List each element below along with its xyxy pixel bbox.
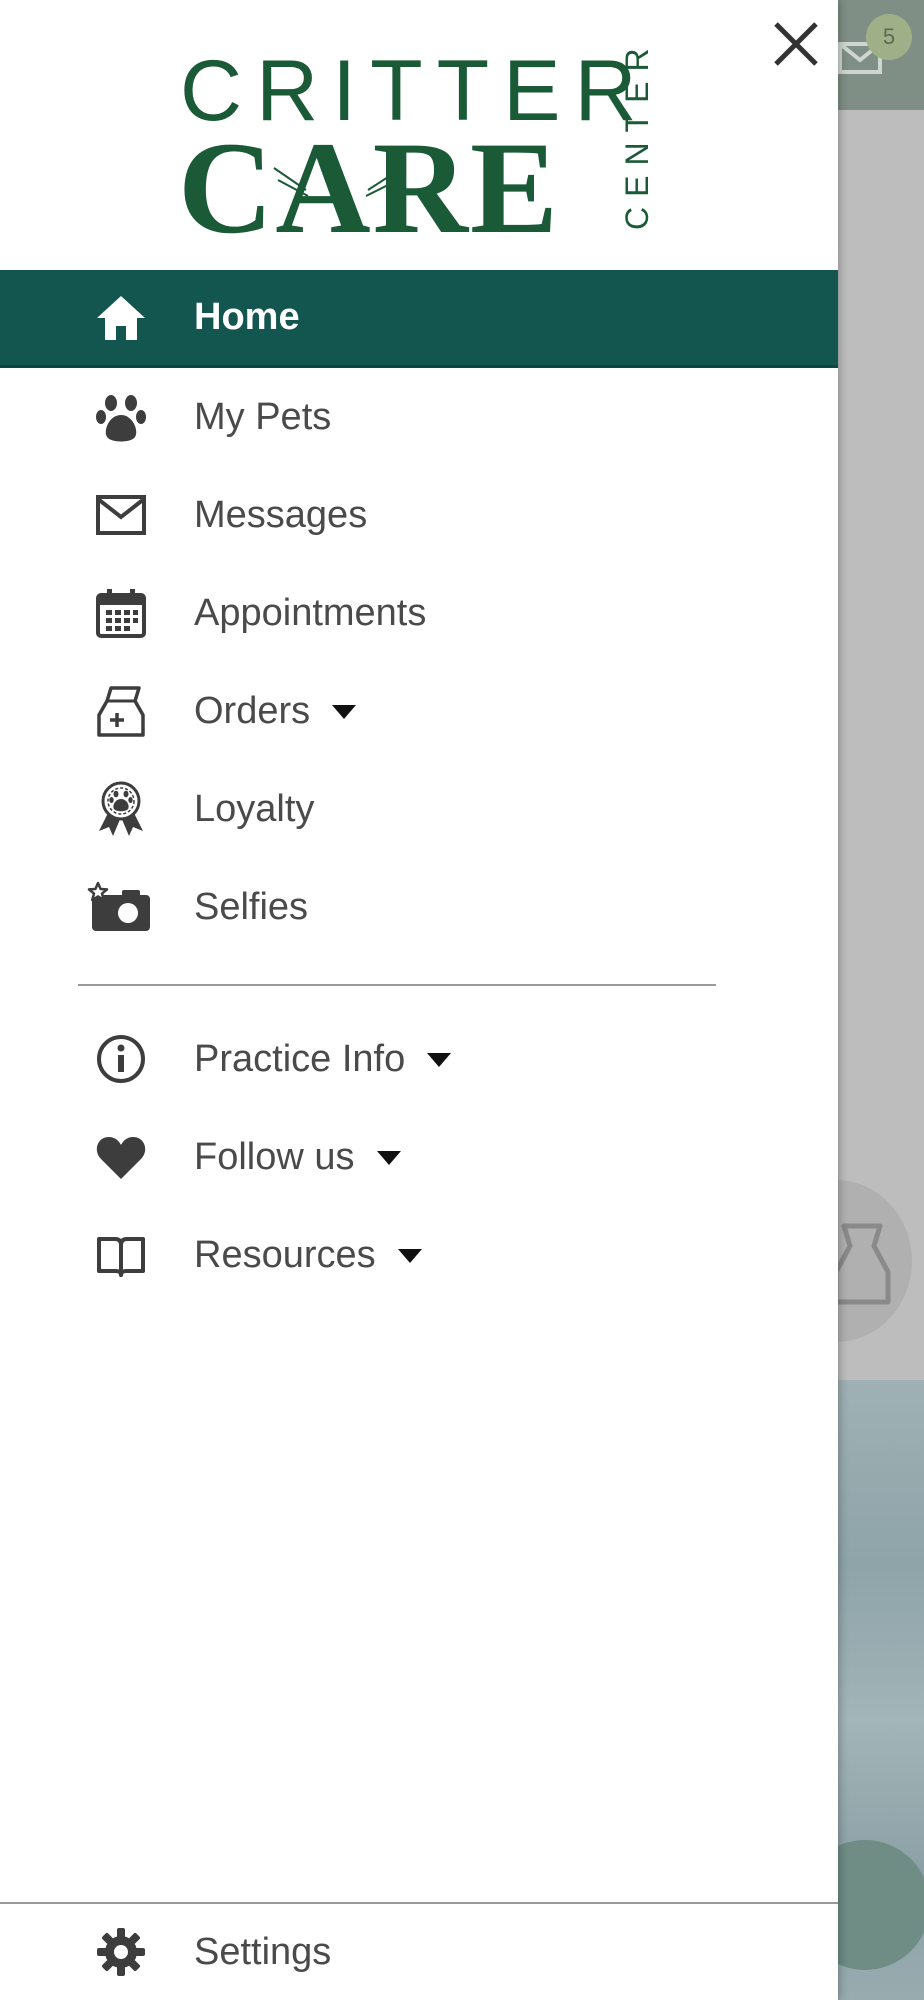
- menu-item-label: Home: [194, 296, 300, 338]
- menu-item-label: Resources: [194, 1234, 422, 1277]
- award-ribbon-icon: [95, 781, 147, 836]
- menu-item-loyalty[interactable]: Loyalty: [0, 760, 838, 858]
- menu-item-selfies[interactable]: Selfies: [0, 858, 838, 956]
- critter-care-center-logo: CRITTER CARE CENTER: [178, 40, 655, 240]
- menu-item-orders[interactable]: Orders: [0, 662, 838, 760]
- menu-item-follow-us[interactable]: Follow us: [0, 1108, 838, 1206]
- menu-item-label: Follow us: [194, 1136, 401, 1179]
- mail-count-badge: 5: [866, 14, 912, 60]
- menu-item-practice-info[interactable]: Practice Info: [0, 1010, 838, 1108]
- food-bag-icon: [833, 1223, 891, 1305]
- dropdown-caret-icon: [397, 1249, 422, 1264]
- close-icon[interactable]: [770, 18, 822, 70]
- dropdown-caret-icon: [332, 705, 357, 720]
- calendar-icon: [95, 587, 147, 639]
- gear-icon: [95, 1926, 147, 1978]
- book-icon: [95, 1229, 147, 1281]
- food-bag-icon: [95, 685, 147, 737]
- menu-item-home[interactable]: Home: [0, 270, 838, 368]
- info-icon: [95, 1033, 147, 1085]
- menu-item-appointments[interactable]: Appointments: [0, 564, 838, 662]
- menu-item-my-pets[interactable]: My Pets: [0, 368, 838, 466]
- home-icon: [95, 292, 147, 344]
- logo-line2: CARE: [178, 114, 560, 240]
- dropdown-caret-icon: [427, 1053, 452, 1068]
- heart-icon: [95, 1131, 147, 1183]
- menu-item-label: Orders: [194, 690, 357, 733]
- envelope-icon: [95, 489, 147, 541]
- primary-menu: Home My Pets Messages Appointments Order…: [0, 270, 838, 956]
- menu-item-label: Selfies: [194, 885, 309, 928]
- menu-item-label: Messages: [194, 493, 368, 536]
- menu-item-settings[interactable]: Settings: [0, 1904, 838, 2000]
- logo-side-text: CENTER: [619, 40, 655, 230]
- paw-icon: [95, 391, 147, 443]
- menu-item-resources[interactable]: Resources: [0, 1206, 838, 1304]
- menu-divider: [78, 984, 716, 986]
- menu-item-label: Practice Info: [194, 1038, 452, 1081]
- menu-item-label: My Pets: [194, 395, 332, 438]
- menu-item-label: Loyalty: [194, 787, 315, 830]
- menu-item-label: Settings: [194, 1930, 332, 1973]
- navigation-drawer: CRITTER CARE CENTER Home My Pets Message…: [0, 0, 838, 2000]
- dropdown-caret-icon: [376, 1151, 401, 1166]
- menu-item-label: Appointments: [194, 591, 427, 634]
- menu-item-messages[interactable]: Messages: [0, 466, 838, 564]
- secondary-menu: Practice Info Follow us Resources: [0, 1010, 838, 1304]
- camera-icon: [86, 881, 152, 933]
